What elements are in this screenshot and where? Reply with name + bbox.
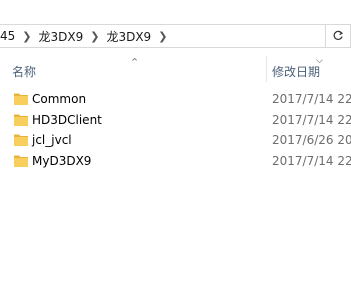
- file-name: HD3DClient: [32, 112, 102, 127]
- column-header-row: 名称 ⌃ 修改日期: [0, 56, 351, 82]
- column-header-name[interactable]: 名称: [12, 63, 36, 80]
- file-date: 2017/6/26 20:: [272, 133, 351, 147]
- file-name: jcl_jvcl: [32, 133, 72, 147]
- chevron-right-icon[interactable]: ❯: [90, 30, 99, 43]
- file-name: Common: [32, 92, 87, 106]
- folder-icon: [14, 114, 28, 126]
- file-date: 2017/7/14 22:: [272, 112, 351, 127]
- refresh-button[interactable]: [326, 24, 351, 48]
- file-list: Common 2017/7/14 22: HD3DClient 2017/7/1…: [0, 89, 351, 171]
- file-date: 2017/7/14 22:: [272, 153, 351, 168]
- folder-icon: [14, 155, 28, 167]
- list-item[interactable]: HD3DClient 2017/7/14 22:: [0, 110, 351, 131]
- breadcrumb-item[interactable]: 龙3DX9: [39, 28, 84, 45]
- file-date: 2017/7/14 22:: [272, 92, 351, 106]
- sort-ascending-icon: ⌃: [130, 56, 140, 69]
- chevron-right-icon[interactable]: ❯: [158, 30, 167, 43]
- column-divider[interactable]: [266, 56, 267, 82]
- folder-icon: [14, 134, 28, 146]
- list-item[interactable]: MyD3DX9 2017/7/14 22:: [0, 151, 351, 172]
- breadcrumb-item[interactable]: 45: [0, 29, 15, 43]
- folder-icon: [14, 93, 28, 105]
- breadcrumb-item[interactable]: 龙3DX9: [106, 28, 151, 45]
- column-header-date[interactable]: 修改日期: [272, 63, 320, 80]
- file-name: MyD3DX9: [32, 153, 92, 168]
- chevron-right-icon[interactable]: ❯: [22, 30, 31, 43]
- refresh-icon: [333, 30, 344, 40]
- list-item[interactable]: jcl_jvcl 2017/6/26 20:: [0, 130, 351, 151]
- list-item[interactable]: Common 2017/7/14 22:: [0, 89, 351, 110]
- address-bar[interactable]: 45 ❯ 龙3DX9 ❯ 龙3DX9 ❯ ⌵: [0, 24, 326, 66]
